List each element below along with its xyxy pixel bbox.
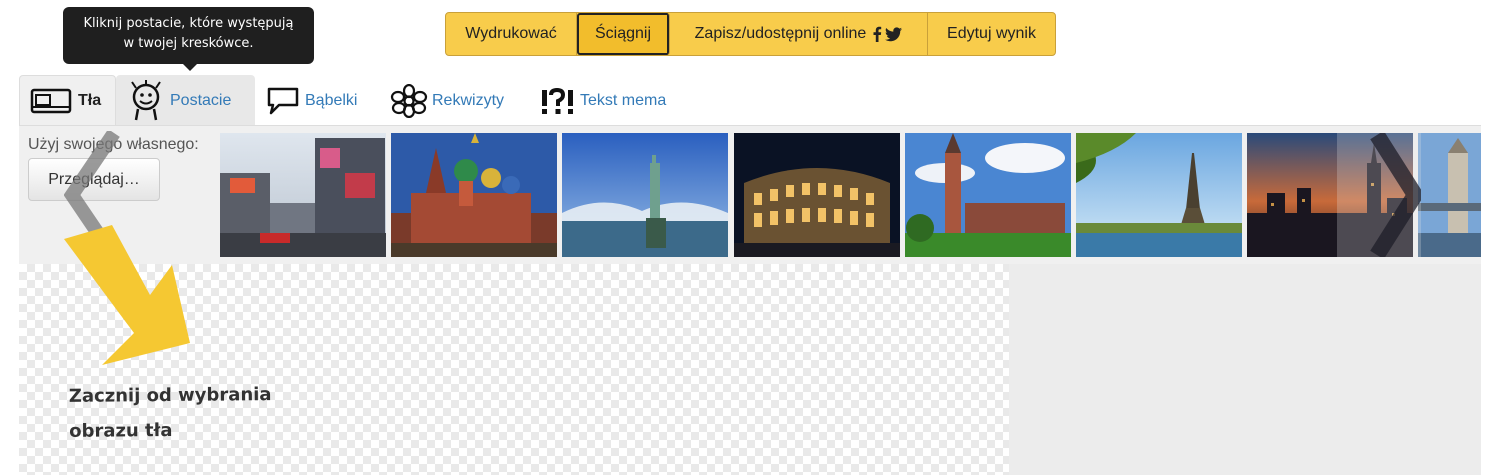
download-button[interactable]: Ściągnij [577,13,670,55]
tab-label: Rekwizyty [432,91,505,109]
arrow-hint-icon [64,225,190,365]
thumbnail-saint-basils-cathedral[interactable] [391,133,557,257]
tab-speech-bubbles[interactable]: Bąbelki [255,75,380,126]
tooltip-line-1: Kliknij postacie, które występują [83,16,294,31]
tab-backgrounds[interactable]: Tła [19,75,116,126]
scroll-right-chevron-icon [1370,130,1425,260]
hint-line-2: obrazu tła [69,419,173,442]
storyboard-editor: Kliknij postacie, które występują w twoj… [0,0,1490,475]
characters-tooltip: Kliknij postacie, które występują w twoj… [63,7,314,71]
tab-props[interactable]: Rekwizyty [380,75,530,126]
hint-line-1: Zacznij od wybrania [68,384,272,407]
tab-label: Bąbelki [305,91,358,109]
twitter-icon [885,26,903,41]
library-tabs: Tła Postacie Bąbelki Rekwizyty Tekst mem… [19,75,680,126]
scroll-right-button[interactable] [1337,130,1425,260]
tab-characters[interactable]: Postacie [116,75,255,126]
tab-label: Tła [78,92,102,109]
action-toolbar: Wydrukować Ściągnij Zapisz/udostępnij on… [445,12,1056,56]
thumbnail-eiffel-tower[interactable] [1076,133,1242,257]
print-button[interactable]: Wydrukować [446,13,577,55]
flower-icon [390,83,428,118]
tooltip-arrow [183,64,197,71]
side-panel [1009,264,1481,475]
thumbnail-town-hall[interactable] [905,133,1071,257]
thumbnail-city-street[interactable] [220,133,386,257]
edit-result-button[interactable]: Edytuj wynik [928,13,1055,55]
character-icon [131,79,161,120]
thumbnail-colosseum-night[interactable] [734,133,900,257]
meme-text-icon [542,87,573,114]
tab-label: Postacie [170,91,232,109]
thumbnail-tower-bridge[interactable] [1418,133,1481,257]
tab-label: Tekst mema [580,91,667,109]
canvas-hint: Zacznij od wybrania obrazu tła [69,377,272,449]
facebook-icon [873,26,882,42]
share-button-label: Zapisz/udostępnij online [694,25,867,42]
background-icon [30,88,72,114]
thumbnail-strip [220,133,1481,257]
tab-meme-text[interactable]: Tekst mema [530,75,680,126]
thumbnail-statue-of-liberty[interactable] [562,133,728,257]
background-library: Użyj swojego własnego: Przeglądaj… [19,126,1481,264]
tooltip-line-2: w twojej kreskówce. [123,36,254,51]
share-online-button[interactable]: Zapisz/udostępnij online [670,13,928,55]
speech-bubble-icon [267,87,299,114]
